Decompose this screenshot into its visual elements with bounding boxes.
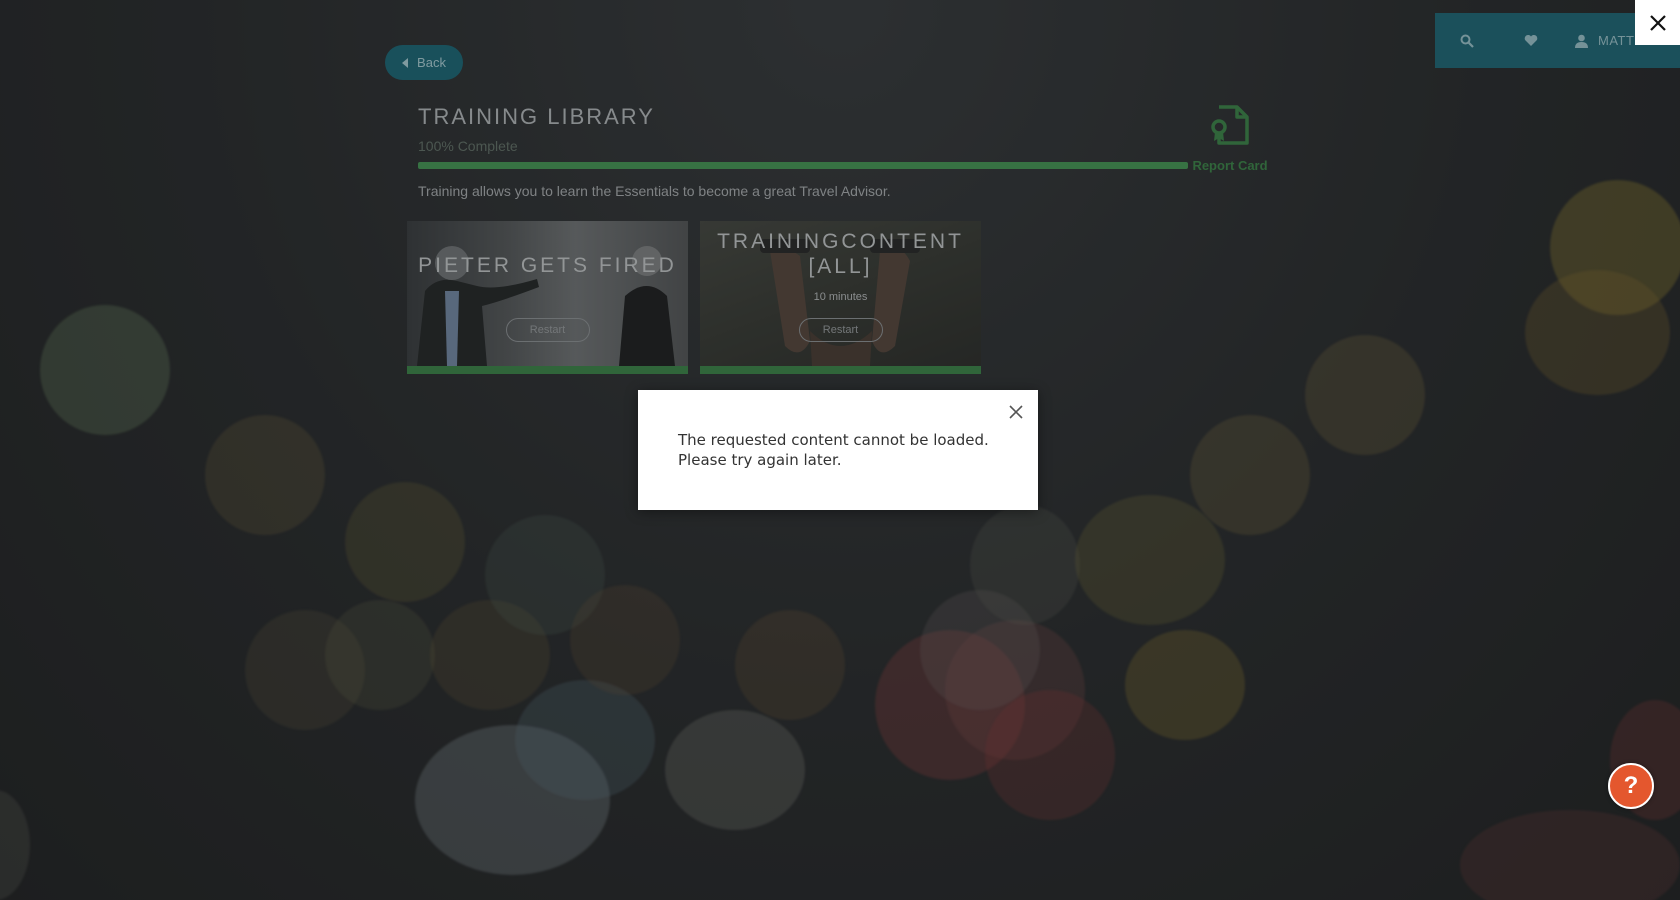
help-button[interactable]: ? bbox=[1608, 763, 1654, 809]
close-icon bbox=[1009, 405, 1023, 419]
lightbox-close-button[interactable] bbox=[1635, 0, 1680, 45]
modal-close-button[interactable] bbox=[1006, 402, 1026, 422]
error-message: The requested content cannot be loaded. … bbox=[678, 431, 989, 469]
error-modal: The requested content cannot be loaded. … bbox=[638, 390, 1038, 510]
close-icon bbox=[1649, 14, 1666, 31]
